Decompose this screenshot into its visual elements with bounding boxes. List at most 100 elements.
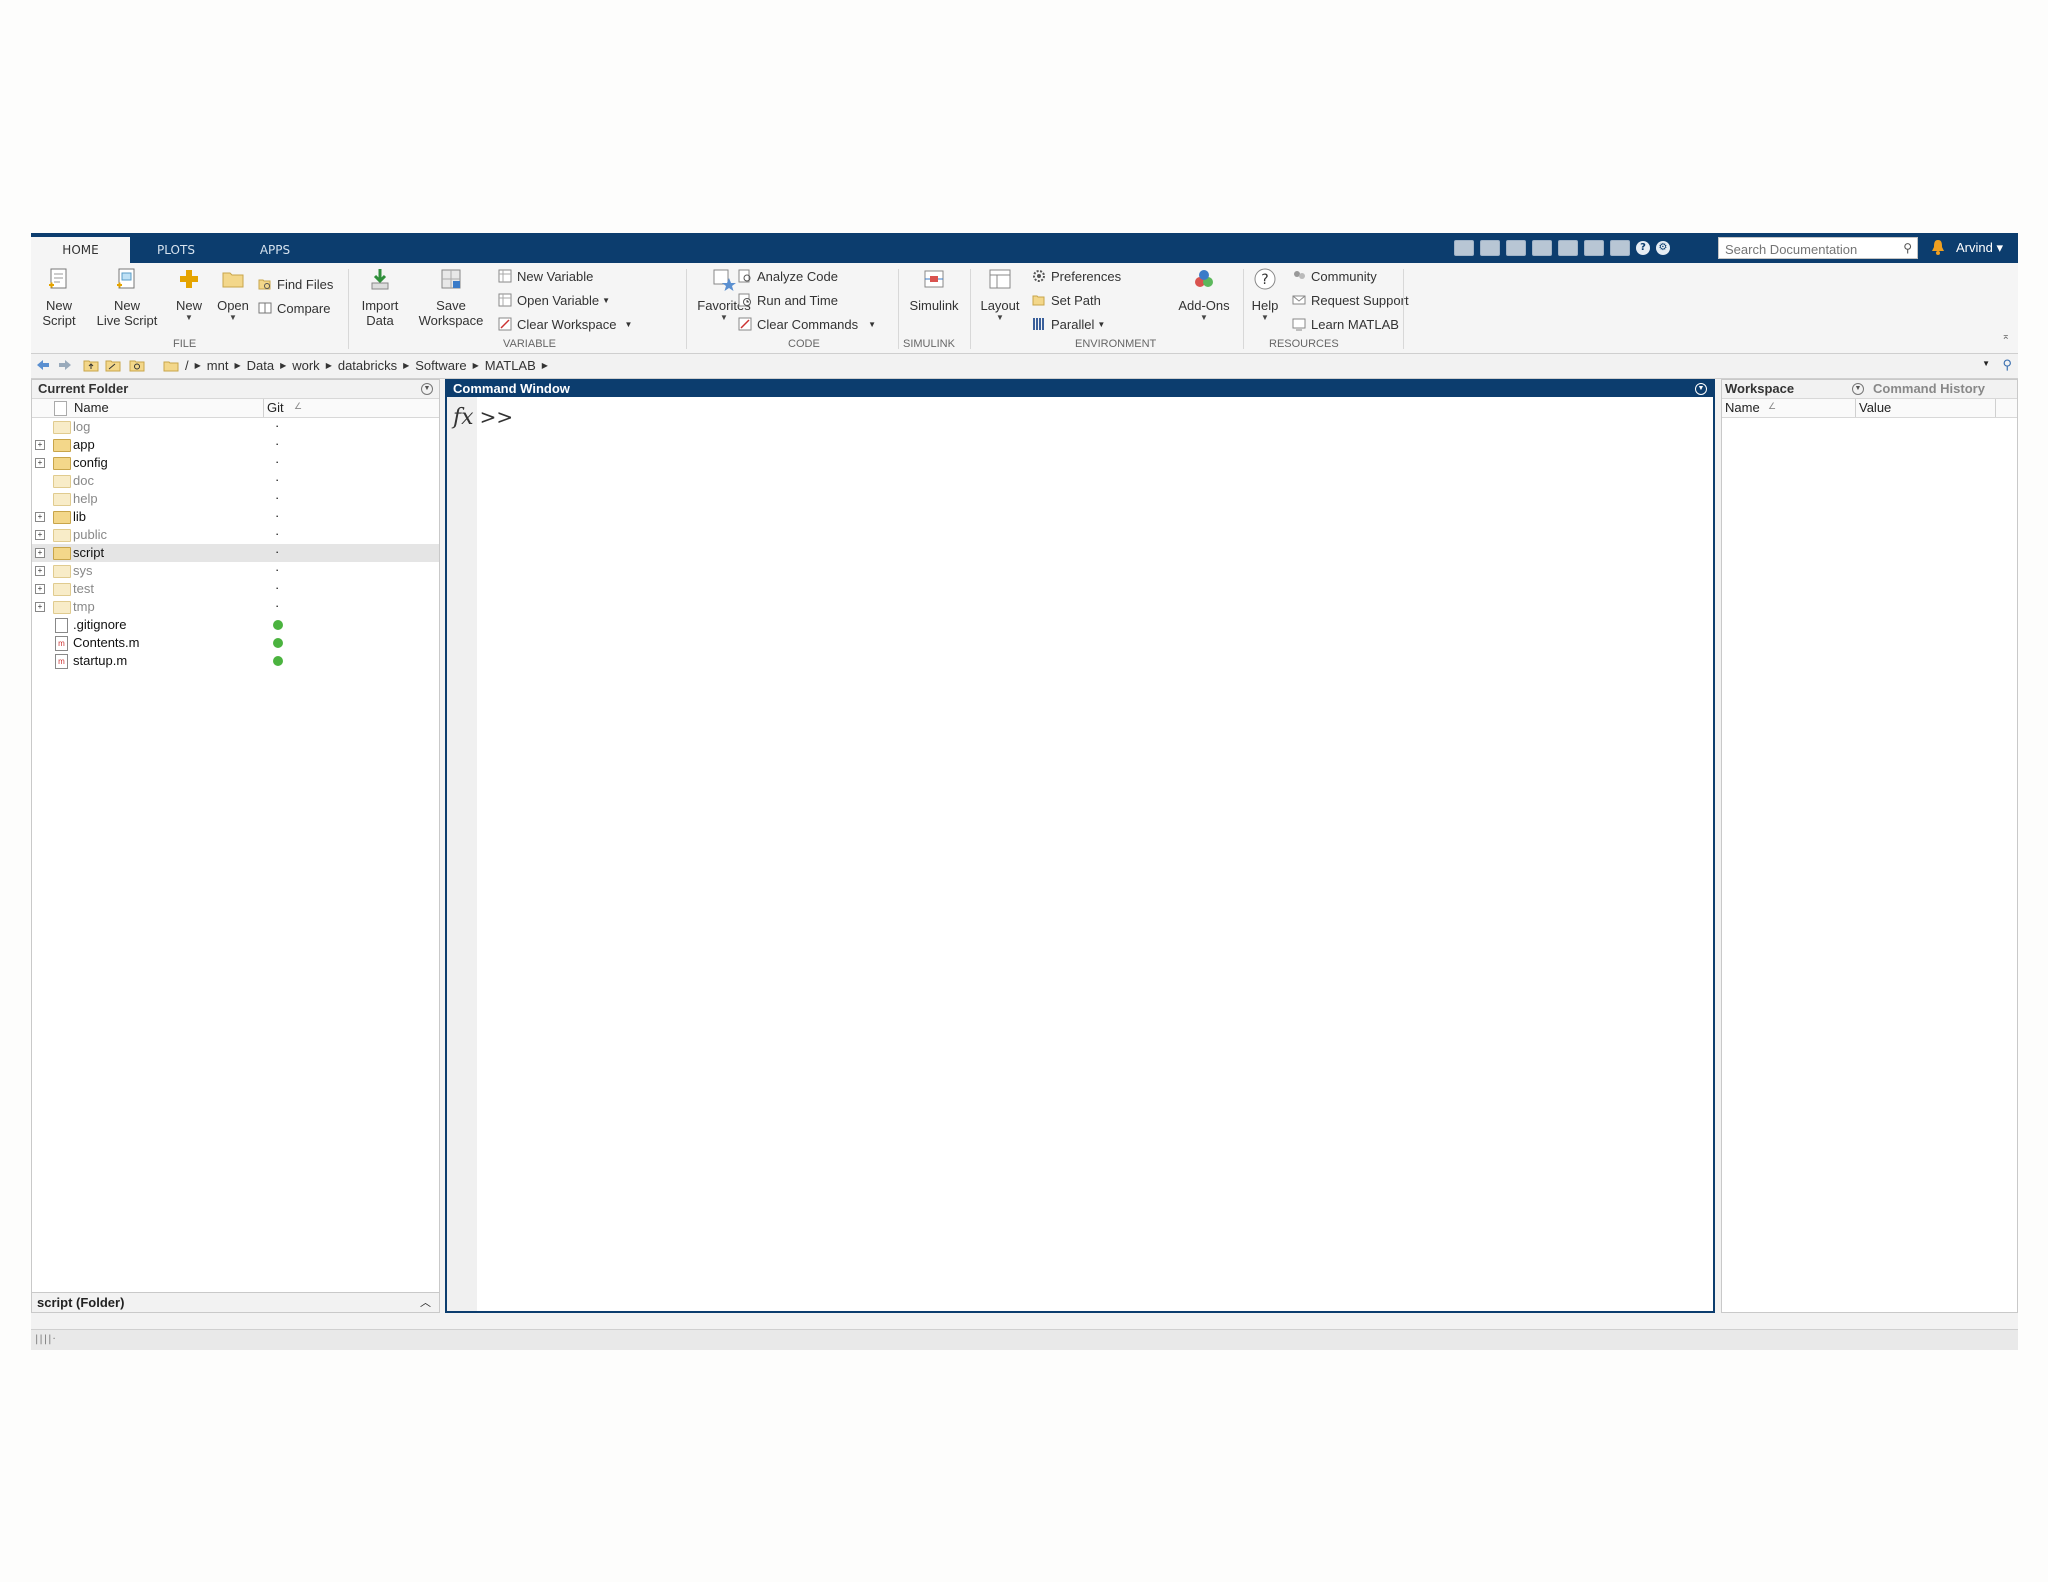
layout-button[interactable]: Layout ▼ [974, 267, 1026, 323]
column-divider[interactable] [263, 399, 264, 417]
open-variable-button[interactable]: Open Variable ▼ [498, 291, 610, 309]
request-support-button[interactable]: Request Support [1292, 291, 1409, 309]
new-button[interactable]: New ▼ [169, 267, 209, 323]
current-folder-details-bar[interactable]: script (Folder) ︿ [32, 1292, 439, 1312]
tab-workspace[interactable]: Workspace [1725, 381, 1794, 396]
import-data-button[interactable]: Import Data [353, 267, 407, 328]
parallel-button[interactable]: Parallel ▼ [1032, 315, 1105, 333]
list-item[interactable]: + public · [32, 526, 439, 544]
list-item[interactable]: + app · [32, 436, 439, 454]
expand-icon[interactable]: + [35, 458, 45, 468]
user-menu[interactable]: Arvind ▾ [1956, 240, 2003, 256]
breadcrumb-item[interactable]: work [292, 358, 319, 373]
tab-apps[interactable]: APPS [245, 237, 305, 263]
breadcrumb-item[interactable]: mnt [207, 358, 229, 373]
list-item[interactable]: + sys · [32, 562, 439, 580]
save-workspace-button[interactable]: Save Workspace [411, 267, 491, 328]
name-column-header[interactable]: Name [74, 400, 109, 415]
refresh-folder-icon[interactable] [129, 358, 145, 372]
new-script-button[interactable]: New Script [35, 267, 83, 328]
run-and-time-button[interactable]: Run and Time [738, 291, 838, 309]
tab-plots[interactable]: PLOTS [141, 237, 211, 263]
expand-icon[interactable]: + [35, 584, 45, 594]
list-item[interactable]: + script · [32, 544, 439, 562]
new-live-script-button[interactable]: New Live Script [87, 267, 167, 328]
list-item[interactable]: m Contents.m [32, 634, 439, 652]
list-item[interactable]: help · [32, 490, 439, 508]
clear-commands-button[interactable]: Clear Commands ▼ [738, 315, 876, 333]
tab-home[interactable]: HOME [31, 237, 130, 263]
breadcrumb-item[interactable]: databricks [338, 358, 397, 373]
value-column-header[interactable]: Value [1859, 400, 1891, 415]
simulink-button[interactable]: Simulink [904, 267, 964, 313]
expand-icon[interactable]: + [35, 566, 45, 576]
breadcrumb-separator-icon[interactable]: ▶ [234, 361, 240, 370]
expand-icon[interactable]: + [35, 530, 45, 540]
list-item[interactable]: + tmp · [32, 598, 439, 616]
open-button[interactable]: Open ▼ [211, 267, 255, 323]
search-folder-icon[interactable]: ⚲ [2002, 357, 2012, 373]
breadcrumb-item[interactable]: / [185, 358, 189, 373]
tab-command-history[interactable]: Command History [1873, 381, 1985, 396]
list-item[interactable]: m startup.m [32, 652, 439, 670]
search-icon[interactable]: ⚲ [1903, 241, 1912, 255]
help-button[interactable]: ? Help ▼ [1245, 267, 1285, 323]
fx-icon[interactable]: fx [453, 405, 474, 430]
clear-workspace-button[interactable]: Clear Workspace ▼ [498, 315, 632, 333]
name-column-header[interactable]: Name [1725, 400, 1760, 415]
learn-matlab-button[interactable]: Learn MATLAB [1292, 315, 1399, 333]
list-item[interactable]: + test · [32, 580, 439, 598]
panel-options-icon[interactable]: ▼ [1852, 383, 1864, 395]
address-dropdown-icon[interactable]: ▼ [1982, 359, 1990, 368]
search-documentation[interactable]: ⚲ [1718, 237, 1918, 259]
preferences-button[interactable]: Preferences [1032, 267, 1121, 285]
list-item[interactable]: + lib · [32, 508, 439, 526]
expand-icon[interactable]: + [35, 512, 45, 522]
breadcrumb-item[interactable]: Data [247, 358, 274, 373]
column-divider[interactable] [1995, 399, 1996, 417]
command-window-panel[interactable]: Command Window ▼ fx >> [445, 379, 1715, 1313]
new-variable-button[interactable]: New Variable [498, 267, 593, 285]
redo-icon[interactable] [1584, 240, 1604, 256]
customize-icon[interactable]: ⚙ [1656, 241, 1670, 255]
help-icon[interactable]: ? [1636, 241, 1650, 255]
copy-icon[interactable] [1506, 240, 1526, 256]
search-input[interactable] [1723, 239, 1892, 259]
forward-icon[interactable] [57, 358, 73, 372]
git-column-header[interactable]: Git [267, 400, 284, 415]
cut-icon[interactable] [1480, 240, 1500, 256]
breadcrumb-separator-icon[interactable]: ▶ [195, 361, 201, 370]
compare-button[interactable]: Compare [258, 299, 330, 317]
set-path-button[interactable]: Set Path [1032, 291, 1101, 309]
add-ons-button[interactable]: Add-Ons ▼ [1170, 267, 1238, 323]
breadcrumb-separator-icon[interactable]: ▶ [280, 361, 286, 370]
analyze-code-button[interactable]: Analyze Code [738, 267, 838, 285]
breadcrumb-item[interactable]: Software [415, 358, 466, 373]
back-icon[interactable] [35, 358, 51, 372]
community-button[interactable]: Community [1292, 267, 1377, 285]
list-item[interactable]: doc · [32, 472, 439, 490]
panel-options-icon[interactable]: ▼ [1695, 383, 1707, 395]
browse-folder-icon[interactable] [105, 358, 121, 372]
paste-icon[interactable] [1532, 240, 1552, 256]
breadcrumb-separator-icon[interactable]: ▶ [326, 361, 332, 370]
breadcrumb-item[interactable]: MATLAB [485, 358, 536, 373]
list-item[interactable]: + config · [32, 454, 439, 472]
chevron-up-icon[interactable]: ︿ [420, 1293, 431, 1313]
list-item[interactable]: log · [32, 418, 439, 436]
column-divider[interactable] [1855, 399, 1856, 417]
up-folder-icon[interactable] [83, 358, 99, 372]
expand-icon[interactable]: + [35, 602, 45, 612]
expand-icon[interactable]: + [35, 548, 45, 558]
command-prompt[interactable]: fx >> [453, 405, 513, 430]
breadcrumb-separator-icon[interactable]: ▶ [403, 361, 409, 370]
collapse-ribbon-icon[interactable]: ⌅ [2002, 331, 2010, 342]
undo-icon[interactable] [1558, 240, 1578, 256]
switch-windows-icon[interactable] [1610, 240, 1630, 256]
breadcrumb-separator-icon[interactable]: ▶ [473, 361, 479, 370]
panel-options-icon[interactable]: ▼ [421, 383, 433, 395]
notification-bell-icon[interactable] [1931, 239, 1945, 255]
expand-icon[interactable]: + [35, 440, 45, 450]
breadcrumb-separator-icon[interactable]: ▶ [542, 361, 548, 370]
find-files-button[interactable]: Find Files [258, 275, 333, 293]
